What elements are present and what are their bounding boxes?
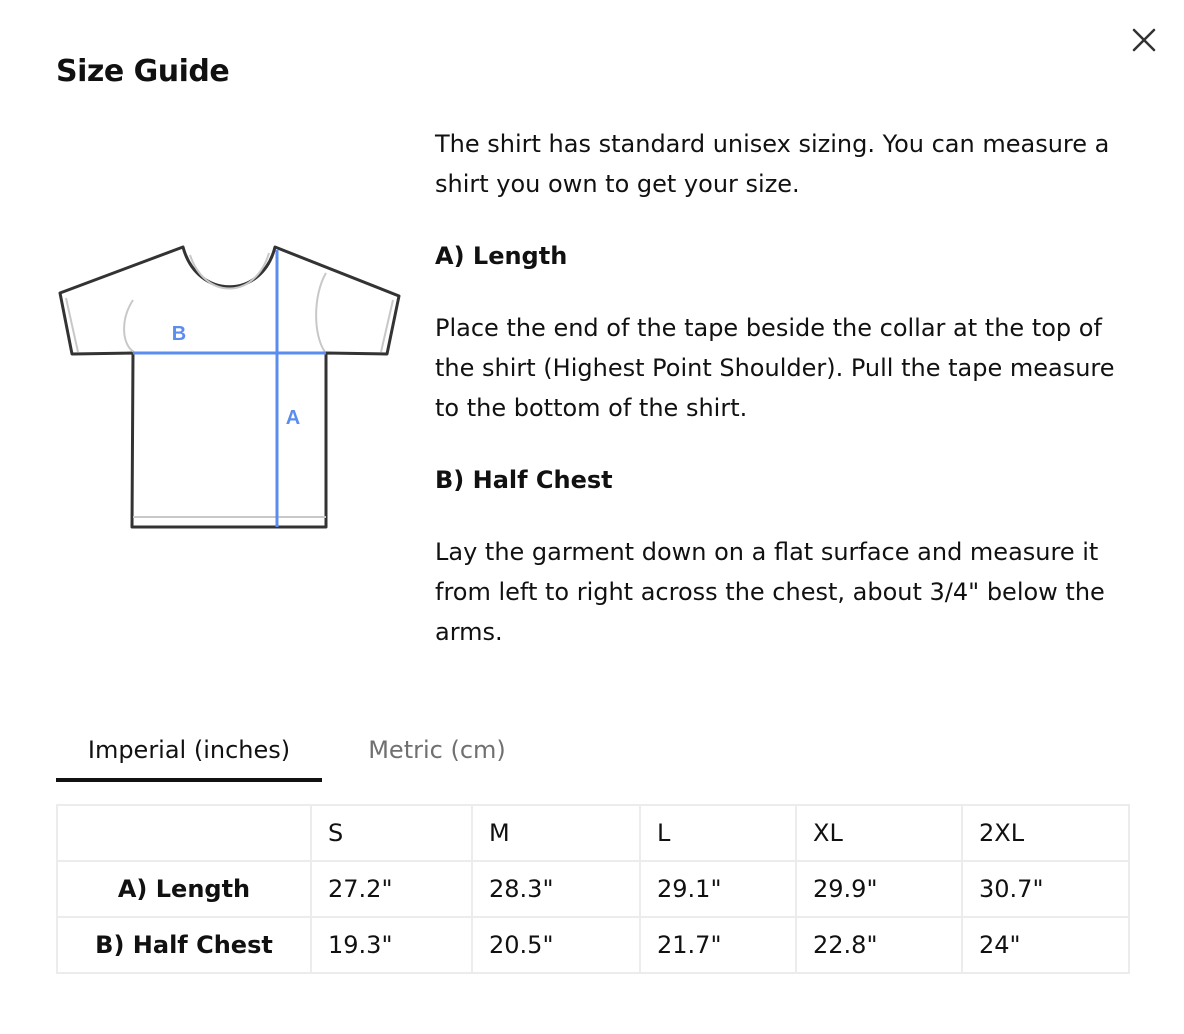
size-header: S — [310, 804, 473, 862]
tab-metric[interactable]: Metric (cm) — [342, 722, 532, 778]
size-header: L — [639, 804, 797, 862]
close-icon — [1132, 28, 1156, 52]
table-cell: 28.3" — [471, 860, 641, 918]
table-cell: 21.7" — [639, 916, 797, 974]
table-cell: 19.3" — [310, 916, 473, 974]
length-heading: A) Length — [435, 242, 568, 270]
size-table: S M L XL 2XL A) Length 27.2" 28.3" 29.1"… — [56, 804, 1130, 974]
table-cell: 30.7" — [961, 860, 1130, 918]
intro-text: The shirt has standard unisex sizing. Yo… — [435, 130, 1110, 198]
size-header: M — [471, 804, 641, 862]
tshirt-details — [65, 252, 394, 518]
close-button[interactable] — [1128, 24, 1160, 56]
table-row: B) Half Chest 19.3" 20.5" 21.7" 22.8" 24… — [56, 916, 1130, 974]
row-label-length: A) Length — [56, 860, 312, 918]
table-cell: 29.9" — [795, 860, 963, 918]
measurement-lines — [133, 250, 326, 527]
table-cell: 20.5" — [471, 916, 641, 974]
size-description: The shirt has standard unisex sizing. Yo… — [435, 124, 1135, 652]
table-cell: 29.1" — [639, 860, 797, 918]
tab-imperial[interactable]: Imperial (inches) — [56, 722, 322, 782]
half-chest-text: Lay the garment down on a flat surface a… — [435, 538, 1105, 646]
half-chest-heading: B) Half Chest — [435, 466, 613, 494]
row-label-half-chest: B) Half Chest — [56, 916, 312, 974]
size-header: 2XL — [961, 804, 1130, 862]
length-text: Place the end of the tape beside the col… — [435, 314, 1115, 422]
modal-title: Size Guide — [56, 54, 230, 89]
table-cell: 27.2" — [310, 860, 473, 918]
label-a: A — [286, 407, 300, 429]
table-row: A) Length 27.2" 28.3" 29.1" 29.9" 30.7" — [56, 860, 1130, 918]
unit-tabs: Imperial (inches) Metric (cm) — [56, 722, 576, 782]
table-cell: 24" — [961, 916, 1130, 974]
table-corner-cell — [56, 804, 312, 862]
tshirt-measurement-diagram: B A — [58, 245, 401, 529]
table-header-row: S M L XL 2XL — [56, 804, 1130, 862]
table-cell: 22.8" — [795, 916, 963, 974]
label-b: B — [172, 323, 186, 345]
size-header: XL — [795, 804, 963, 862]
